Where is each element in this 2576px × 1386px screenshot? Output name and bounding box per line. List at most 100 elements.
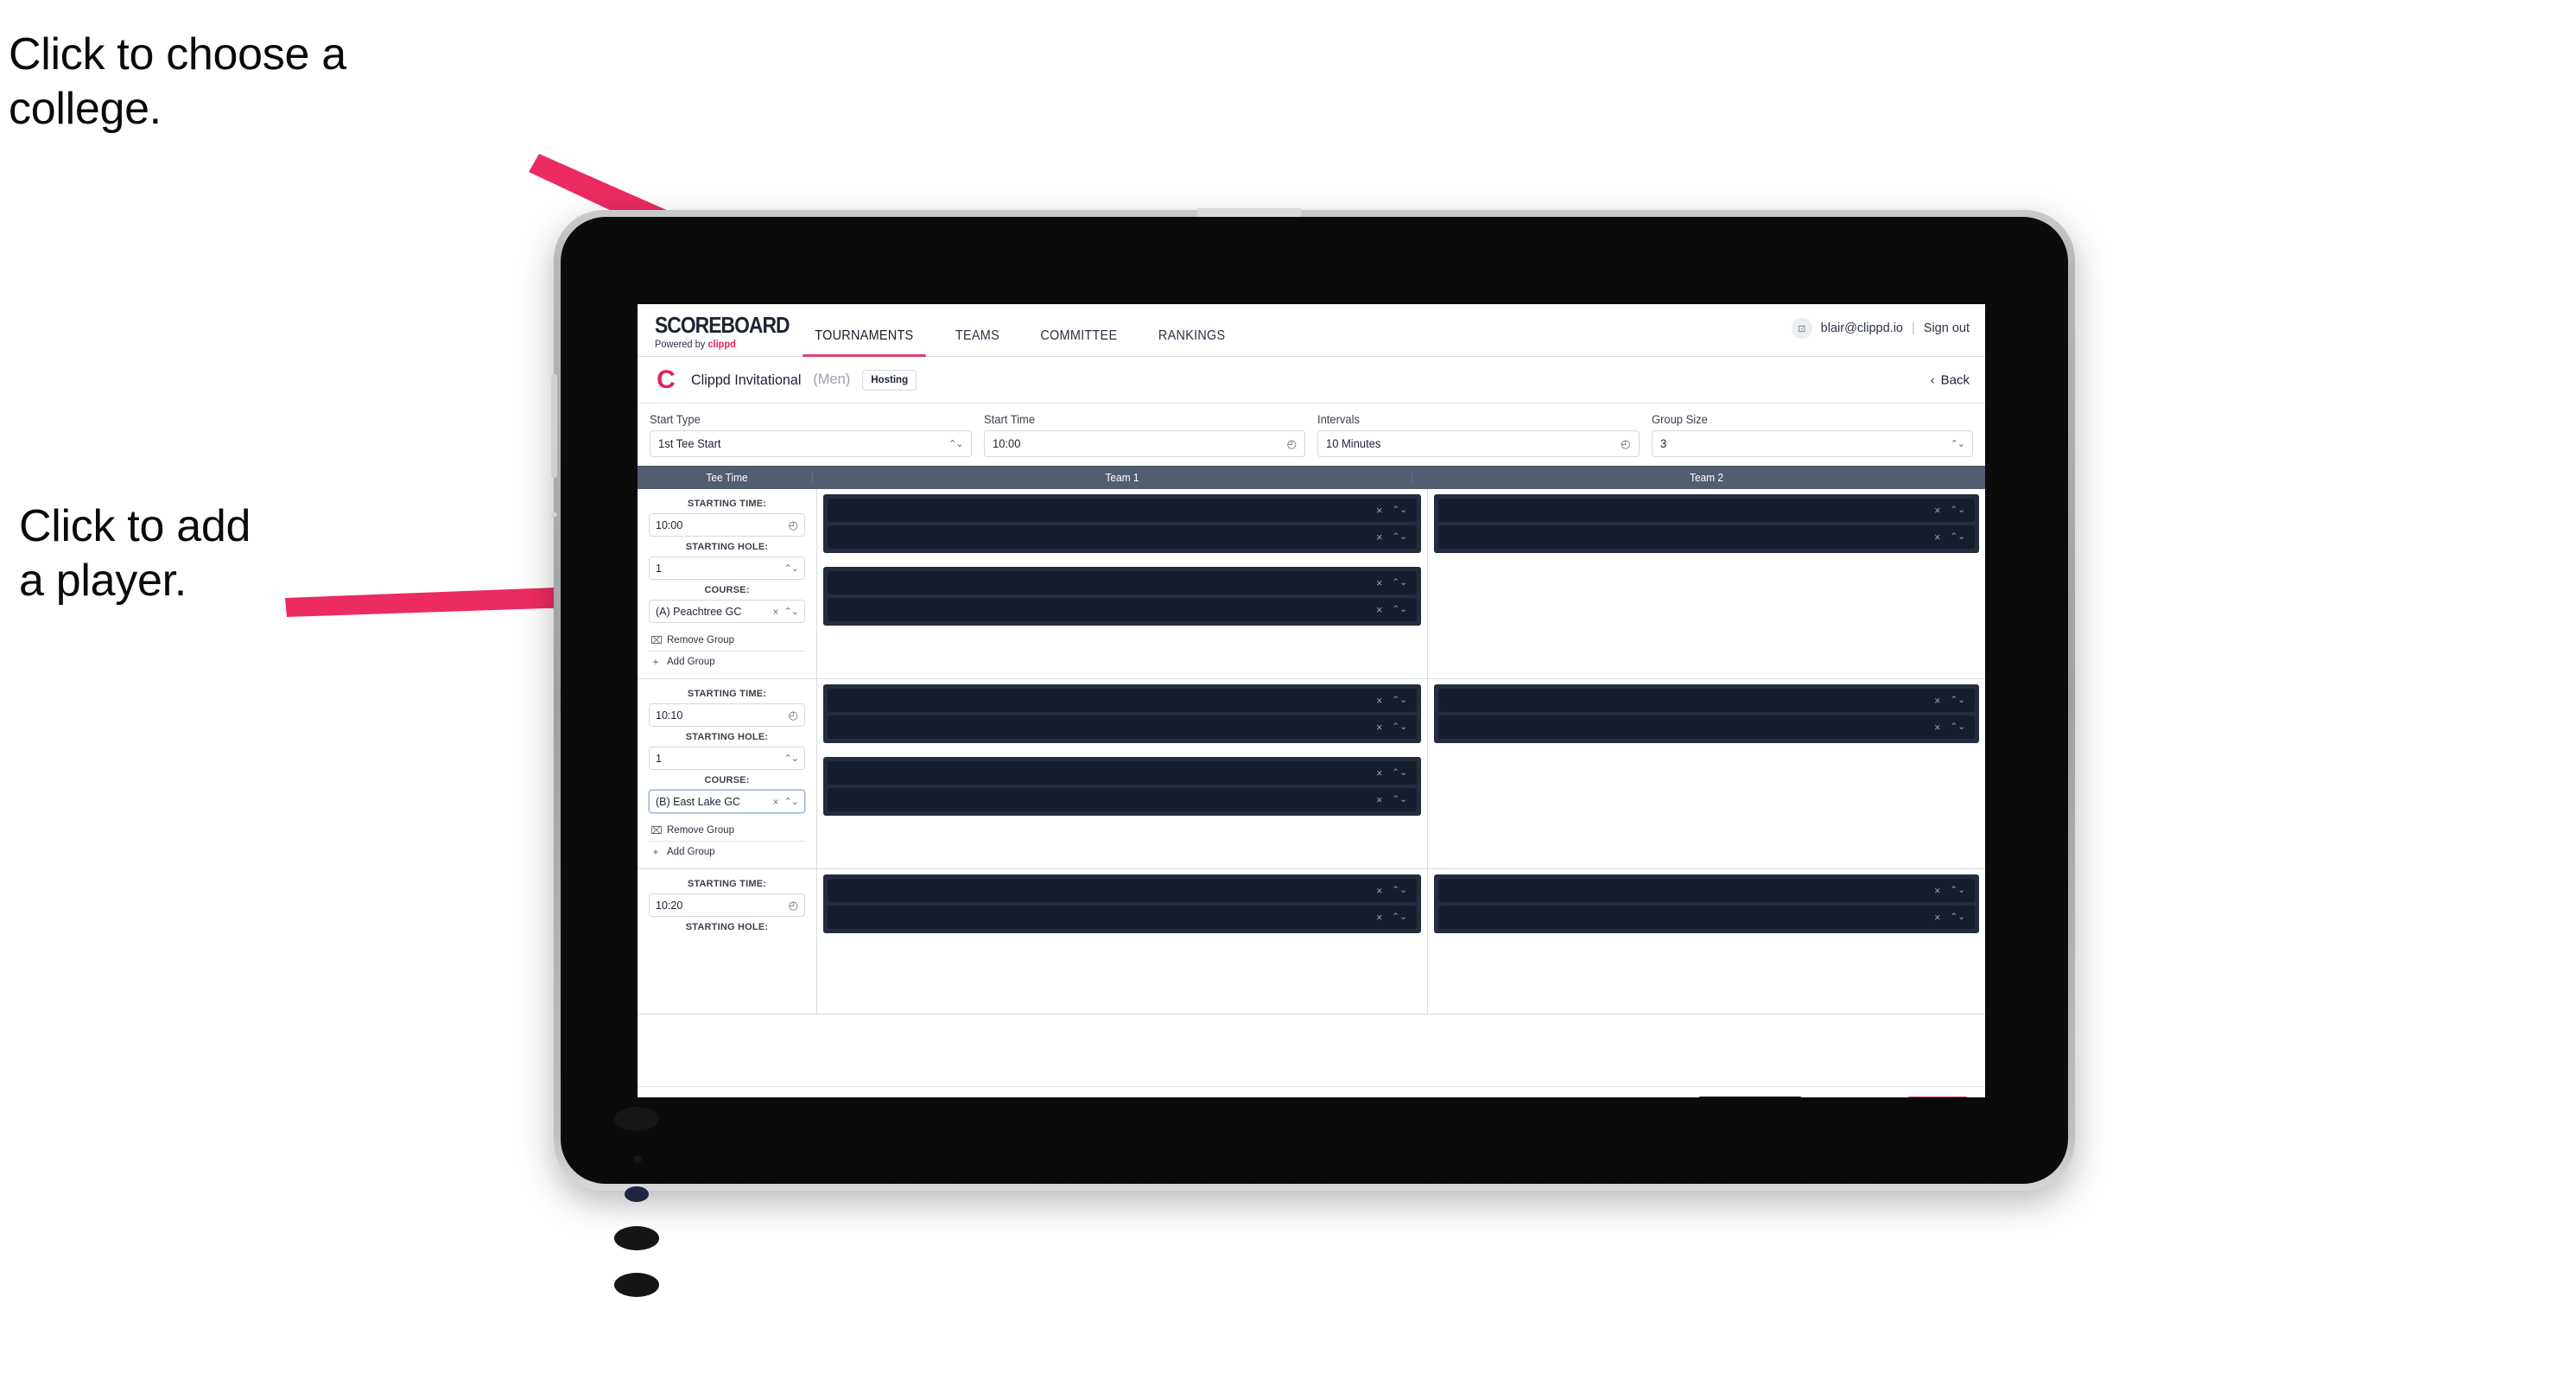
player-slot[interactable]: × ⌃⌄ bbox=[828, 598, 1417, 621]
clear-icon[interactable]: × bbox=[1934, 722, 1940, 734]
group-size-stepper[interactable]: 3 ⌃⌄ bbox=[1651, 430, 1973, 457]
brand-tagline-prefix: Powered by bbox=[655, 340, 708, 350]
stepper-icon[interactable]: ⌃⌄ bbox=[1950, 722, 1965, 732]
clear-icon[interactable]: × bbox=[1376, 722, 1382, 734]
stepper-icon[interactable]: ⌃⌄ bbox=[1392, 505, 1407, 515]
add-group-button[interactable]: + Add Group bbox=[649, 842, 805, 861]
stepper-icon[interactable]: ⌃⌄ bbox=[1950, 505, 1965, 515]
avatar[interactable]: ⊡ bbox=[1791, 318, 1812, 339]
player-slot[interactable]: × ⌃⌄ bbox=[1438, 499, 1975, 522]
clear-icon[interactable]: × bbox=[1376, 767, 1382, 779]
clear-icon[interactable]: × bbox=[1934, 695, 1940, 707]
power-button[interactable] bbox=[551, 374, 557, 478]
remove-group-button[interactable]: ⌧ Remove Group bbox=[649, 821, 805, 840]
player-slot[interactable]: × ⌃⌄ bbox=[828, 788, 1417, 811]
player-slot[interactable]: × ⌃⌄ bbox=[1438, 689, 1975, 712]
clock-icon[interactable]: ◴ bbox=[789, 518, 798, 532]
stepper-icon[interactable]: ⌃⌄ bbox=[1392, 605, 1407, 614]
player-slot[interactable]: × ⌃⌄ bbox=[828, 689, 1417, 712]
team-group-panel: × ⌃⌄ × ⌃⌄ bbox=[823, 757, 1421, 816]
team-group-panel: × ⌃⌄ × ⌃⌄ bbox=[1434, 684, 1979, 743]
tee-time-groups-list[interactable]: STARTING TIME: 10:00 ◴ STARTING HOLE: 1 ⌃⌄ COU… bbox=[638, 489, 1985, 1087]
intervals-input[interactable]: 10 Minutes ◴ bbox=[1317, 430, 1640, 457]
clear-icon[interactable]: × bbox=[1376, 794, 1382, 806]
course-select[interactable]: (A) Peachtree GC × ⌃⌄ bbox=[649, 600, 805, 623]
clear-icon[interactable]: × bbox=[1376, 531, 1382, 544]
save-button[interactable]: Save bbox=[1905, 1096, 1970, 1097]
stepper-icon[interactable]: ⌃⌄ bbox=[1950, 532, 1965, 542]
player-slot[interactable]: × ⌃⌄ bbox=[828, 906, 1417, 929]
stepper-icon[interactable]: ⌃⌄ bbox=[949, 438, 963, 449]
starting-hole-input[interactable]: 1 ⌃⌄ bbox=[649, 747, 805, 770]
sign-out-link[interactable]: Sign out bbox=[1924, 321, 1970, 335]
field-label-group-size: Group Size bbox=[1651, 413, 1708, 426]
stepper-icon[interactable]: ⌃⌄ bbox=[1392, 912, 1407, 922]
start-type-select[interactable]: 1st Tee Start ⌃⌄ bbox=[650, 430, 972, 457]
remove-group-button[interactable]: ⌧ Remove Group bbox=[649, 631, 805, 650]
stepper-icon[interactable]: ⌃⌄ bbox=[1392, 768, 1407, 778]
nav-tab-committee[interactable]: COMMITTEE bbox=[1023, 328, 1133, 356]
stepper-icon[interactable]: ⌃⌄ bbox=[1392, 722, 1407, 732]
clear-icon[interactable]: × bbox=[1934, 912, 1940, 924]
player-slot[interactable]: × ⌃⌄ bbox=[828, 715, 1417, 739]
start-time-input[interactable]: 10:00 ◴ bbox=[983, 430, 1305, 457]
player-slot[interactable]: × ⌃⌄ bbox=[828, 879, 1417, 902]
clear-icon[interactable]: × bbox=[1934, 531, 1940, 544]
clock-icon[interactable]: ◴ bbox=[789, 709, 798, 722]
clear-icon[interactable]: × bbox=[1376, 505, 1382, 517]
clear-icon[interactable]: × bbox=[1934, 505, 1940, 517]
player-slot-controls: × ⌃⌄ bbox=[1376, 794, 1407, 806]
clear-icon[interactable]: × bbox=[1376, 912, 1382, 924]
team2-cell: × ⌃⌄ × ⌃⌄ bbox=[1428, 869, 1985, 1014]
player-slot[interactable]: × ⌃⌄ bbox=[828, 571, 1417, 594]
team1-cell: × ⌃⌄ × ⌃⌄ × ⌃⌄ × ⌃⌄ bbox=[817, 679, 1428, 868]
starting-time-input[interactable]: 10:20 ◴ bbox=[649, 893, 805, 917]
clear-icon[interactable]: × bbox=[773, 606, 779, 618]
clear-icon[interactable]: × bbox=[1376, 577, 1382, 589]
stepper-icon[interactable]: ⌃⌄ bbox=[1950, 912, 1965, 922]
stepper-icon[interactable]: ⌃⌄ bbox=[1950, 886, 1965, 895]
clear-icon[interactable]: × bbox=[773, 796, 779, 808]
stepper-icon[interactable]: ⌃⌄ bbox=[784, 753, 799, 764]
stepper-icon-group-size[interactable]: ⌃⌄ bbox=[1951, 438, 1965, 449]
clear-icon[interactable]: × bbox=[1376, 885, 1382, 897]
starting-time-input[interactable]: 10:10 ◴ bbox=[649, 703, 805, 727]
starting-time-input[interactable]: 10:00 ◴ bbox=[649, 513, 805, 537]
clear-icon[interactable]: × bbox=[1934, 885, 1940, 897]
back-button[interactable]: ‹ Back bbox=[1931, 372, 1970, 387]
field-group-size: Group Size 3 ⌃⌄ bbox=[1651, 413, 1973, 457]
player-slot[interactable]: × ⌃⌄ bbox=[828, 499, 1417, 522]
nav-tab-tournaments[interactable]: TOURNAMENTS bbox=[798, 328, 930, 357]
clear-icon[interactable]: × bbox=[1376, 604, 1382, 616]
stepper-icon[interactable]: ⌃⌄ bbox=[1950, 696, 1965, 705]
scoreboard-logo[interactable]: SCOREBOARD Powered by clippd bbox=[655, 312, 808, 350]
volume-button[interactable] bbox=[551, 512, 557, 517]
stepper-icon[interactable]: ⌃⌄ bbox=[1392, 886, 1407, 895]
course-select-value: (A) Peachtree GC bbox=[656, 605, 742, 618]
starting-hole-input[interactable]: 1 ⌃⌄ bbox=[649, 556, 805, 580]
stepper-icon[interactable]: ⌃⌄ bbox=[1392, 578, 1407, 588]
player-slot[interactable]: × ⌃⌄ bbox=[828, 525, 1417, 549]
stepper-icon[interactable]: ⌃⌄ bbox=[1392, 795, 1407, 804]
stepper-icon[interactable]: ⌃⌄ bbox=[1392, 696, 1407, 705]
clock-icon[interactable]: ◴ bbox=[1287, 437, 1297, 451]
player-slot[interactable]: × ⌃⌄ bbox=[1438, 525, 1975, 549]
cancel-button[interactable]: Cancel bbox=[1836, 1097, 1894, 1098]
player-slot[interactable]: × ⌃⌄ bbox=[1438, 879, 1975, 902]
player-slot[interactable]: × ⌃⌄ bbox=[1438, 715, 1975, 739]
clock-icon[interactable]: ◴ bbox=[789, 899, 798, 912]
stepper-icon[interactable]: ⌃⌄ bbox=[784, 606, 799, 617]
nav-tab-rankings[interactable]: RANKINGS bbox=[1142, 328, 1243, 356]
course-select[interactable]: (B) East Lake GC × ⌃⌄ bbox=[649, 790, 805, 813]
reset-changes-button[interactable]: Reset Changes bbox=[1697, 1096, 1804, 1097]
stepper-icon[interactable]: ⌃⌄ bbox=[784, 796, 799, 807]
clear-icon[interactable]: × bbox=[1376, 695, 1382, 707]
nav-tab-teams[interactable]: TEAMS bbox=[938, 328, 1016, 356]
stepper-icon[interactable]: ⌃⌄ bbox=[1392, 532, 1407, 542]
player-slot[interactable]: × ⌃⌄ bbox=[828, 761, 1417, 785]
back-button-label: Back bbox=[1940, 372, 1970, 387]
player-slot[interactable]: × ⌃⌄ bbox=[1438, 906, 1975, 929]
clock-icon-intervals[interactable]: ◴ bbox=[1621, 437, 1630, 451]
add-group-button[interactable]: + Add Group bbox=[649, 652, 805, 671]
stepper-icon[interactable]: ⌃⌄ bbox=[784, 563, 799, 574]
